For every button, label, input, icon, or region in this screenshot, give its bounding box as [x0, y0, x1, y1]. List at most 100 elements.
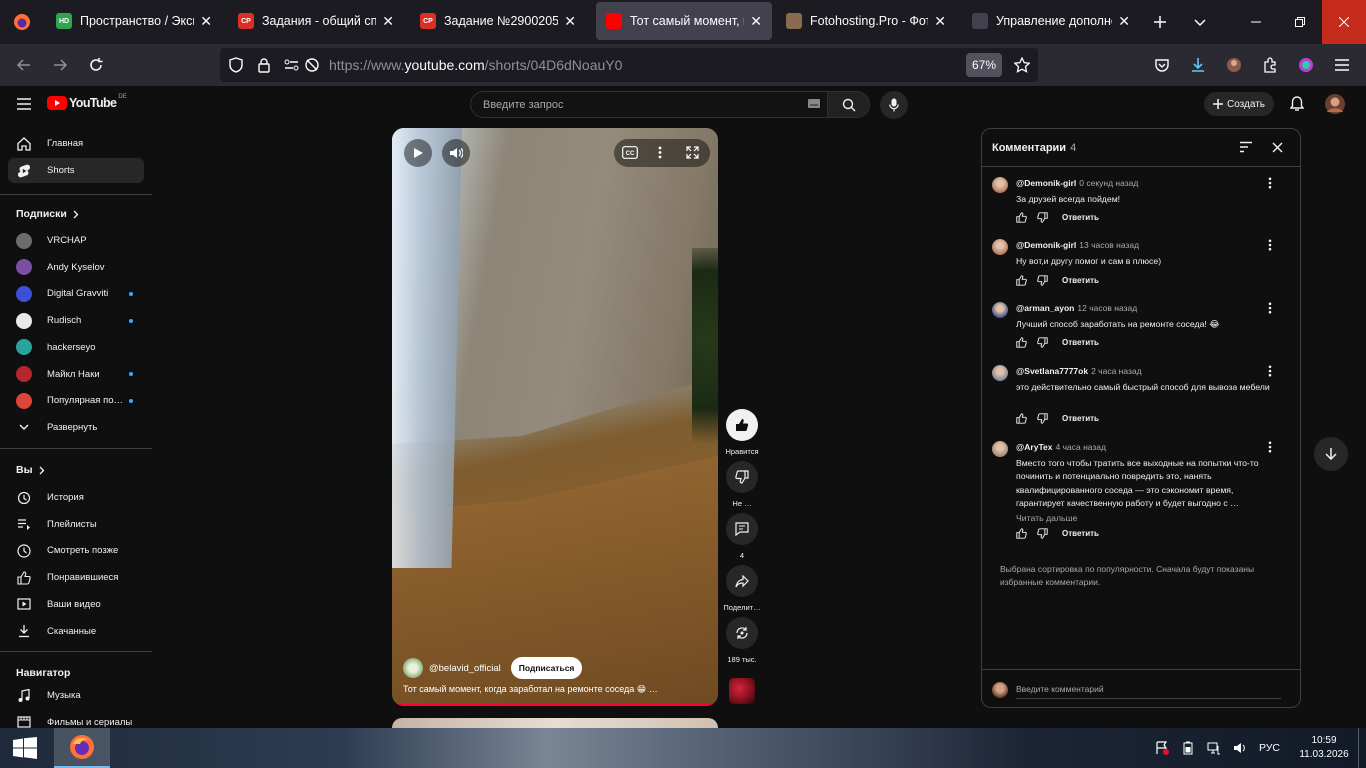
reply-button[interactable]: Ответить	[1062, 276, 1099, 285]
comment-avatar[interactable]	[992, 302, 1008, 318]
sidebar-item-watch-later[interactable]: Смотреть позже	[8, 538, 144, 563]
sound-thumbnail[interactable]	[720, 678, 764, 704]
hamburger-menu-icon[interactable]	[1328, 51, 1356, 79]
play-button[interactable]	[404, 139, 432, 167]
video-progress-bar[interactable]	[392, 704, 718, 706]
firefox-menu-icon[interactable]	[8, 8, 36, 36]
comment-author[interactable]: @Svetlana7777ok	[1016, 366, 1088, 376]
account-avatar-icon[interactable]	[1220, 51, 1248, 79]
browser-tab[interactable]: HD Пространство / Экспа ✕	[46, 2, 222, 40]
security-flag-icon[interactable]	[1155, 741, 1169, 755]
next-video-preview[interactable]	[392, 718, 718, 728]
bookmark-star-icon[interactable]	[1008, 51, 1036, 79]
comment-like-icon[interactable]	[1016, 528, 1027, 539]
comment-dislike-icon[interactable]	[1037, 413, 1048, 424]
comment-like-icon[interactable]	[1016, 337, 1027, 348]
sidebar-item-your-videos[interactable]: Ваши видео	[8, 592, 144, 617]
restore-icon[interactable]	[1278, 0, 1322, 44]
tab-close-icon[interactable]: ✕	[200, 13, 212, 30]
comment-more-icon[interactable]	[1268, 365, 1272, 377]
comment-author[interactable]: @Demonik-girl	[1016, 240, 1076, 250]
windows-start-icon[interactable]	[0, 728, 50, 768]
share-button[interactable]: Поделит…	[720, 565, 764, 612]
tab-close-icon[interactable]: ✕	[382, 13, 394, 30]
sidebar-item-shorts[interactable]: Shorts	[8, 158, 144, 183]
comment-author[interactable]: @arman_ayon	[1016, 303, 1074, 313]
clock[interactable]: 10:59 11.03.2026	[1290, 734, 1358, 762]
browser-tab[interactable]: Тот самый момент, ко ✕	[596, 2, 772, 40]
reload-icon[interactable]	[82, 51, 110, 79]
forward-icon[interactable]	[46, 51, 74, 79]
comment-time[interactable]: 4 часа назад	[1055, 442, 1106, 452]
browser-tab[interactable]: Fotohosting.Pro - Фото ✕	[776, 2, 956, 40]
tab-close-icon[interactable]: ✕	[934, 13, 946, 30]
lock-icon[interactable]	[250, 51, 278, 79]
sidebar-subscription-item[interactable]: hackerseyo	[8, 335, 144, 360]
comment-avatar[interactable]	[992, 177, 1008, 193]
close-comments-icon[interactable]	[1272, 142, 1283, 153]
comment-time[interactable]: 0 секунд назад	[1079, 178, 1138, 188]
comment-author[interactable]: @Demonik-girl	[1016, 178, 1076, 188]
subscriptions-heading[interactable]: Подписки	[16, 208, 79, 220]
volume-tray-icon[interactable]	[1233, 741, 1247, 755]
create-button[interactable]: Создать	[1204, 92, 1274, 116]
new-tab-button[interactable]	[1146, 8, 1174, 36]
read-more-link[interactable]: Читать дальше	[1016, 513, 1077, 523]
extensions-icon[interactable]	[1256, 51, 1284, 79]
remix-button[interactable]: 189 тыс.	[720, 617, 764, 664]
sort-icon[interactable]	[1239, 141, 1253, 153]
network-icon[interactable]	[1207, 741, 1221, 755]
reply-button[interactable]: Ответить	[1062, 414, 1099, 423]
search-input[interactable]: Введите запрос	[470, 91, 828, 118]
comment-like-icon[interactable]	[1016, 413, 1027, 424]
reply-button[interactable]: Ответить	[1062, 529, 1099, 538]
keyboard-icon[interactable]	[808, 99, 820, 108]
url-text[interactable]: https://www.youtube.com/shorts/04D6dNoau…	[329, 57, 622, 73]
pocket-icon[interactable]	[1148, 51, 1176, 79]
comments-button[interactable]: 4	[720, 513, 764, 560]
volume-button[interactable]	[442, 139, 470, 167]
sidebar-subscription-item[interactable]: Digital Gravviti	[8, 281, 144, 306]
reply-button[interactable]: Ответить	[1062, 213, 1099, 222]
comment-author[interactable]: @AryTex	[1016, 442, 1052, 452]
autoplay-blocked-icon[interactable]	[298, 51, 326, 79]
show-desktop-button[interactable]	[1358, 728, 1366, 768]
more-options-icon[interactable]	[658, 146, 662, 159]
language-indicator[interactable]: РУС	[1259, 742, 1280, 754]
zoom-level[interactable]: 67%	[966, 53, 1002, 77]
sidebar-subscription-item[interactable]: Rudisch	[8, 308, 144, 333]
comment-input[interactable]: Введите комментарий	[1016, 684, 1281, 699]
notifications-icon[interactable]	[1283, 90, 1311, 118]
next-video-button[interactable]	[1314, 437, 1348, 471]
dislike-button[interactable]: Не …	[720, 461, 764, 508]
browser-tab[interactable]: CP Задание №2900205 - пр ✕	[410, 2, 586, 40]
browser-tab[interactable]: Управление дополнен ✕	[962, 2, 1140, 40]
sidebar-subscription-item[interactable]: Популярная по…	[8, 388, 144, 413]
comment-dislike-icon[interactable]	[1037, 212, 1048, 223]
sidebar-subscription-item[interactable]: Майкл Наки	[8, 362, 144, 387]
comment-more-icon[interactable]	[1268, 441, 1272, 453]
back-icon[interactable]	[10, 51, 38, 79]
channel-avatar[interactable]	[403, 658, 423, 678]
tab-close-icon[interactable]: ✕	[1118, 13, 1130, 30]
sidebar-item-home[interactable]: Главная	[8, 131, 144, 156]
comment-dislike-icon[interactable]	[1037, 337, 1048, 348]
comment-like-icon[interactable]	[1016, 212, 1027, 223]
minimize-icon[interactable]	[1234, 0, 1278, 44]
shorts-video-player[interactable]: CC @belavid_official Подписаться Тот сам…	[392, 128, 718, 706]
reply-button[interactable]: Ответить	[1062, 338, 1099, 347]
tab-close-icon[interactable]: ✕	[564, 13, 576, 30]
like-button[interactable]: Нравится	[720, 409, 764, 456]
subscribe-button[interactable]: Подписаться	[510, 657, 583, 679]
sidebar-item-history[interactable]: История	[8, 485, 144, 510]
comment-dislike-icon[interactable]	[1037, 275, 1048, 286]
channel-name[interactable]: @belavid_official	[429, 663, 501, 674]
comment-avatar[interactable]	[992, 441, 1008, 457]
search-button[interactable]	[828, 91, 870, 118]
comment-avatar[interactable]	[992, 239, 1008, 255]
sidebar-subscription-item[interactable]: Andy Kyselov	[8, 255, 144, 280]
comment-time[interactable]: 2 часа назад	[1091, 366, 1142, 376]
guide-menu-icon[interactable]	[10, 90, 38, 118]
user-avatar[interactable]	[1321, 90, 1349, 118]
comment-more-icon[interactable]	[1268, 302, 1272, 314]
